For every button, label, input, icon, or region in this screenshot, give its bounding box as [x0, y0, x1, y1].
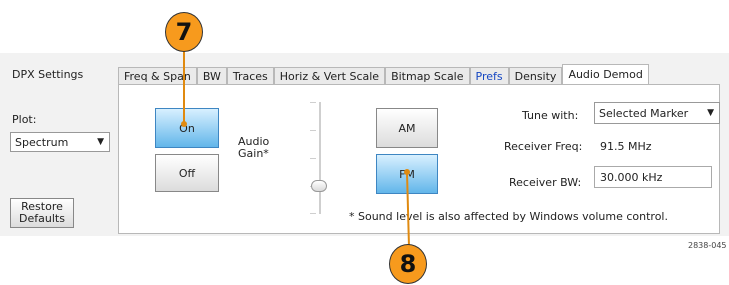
callout-leaders — [181, 50, 410, 248]
callout-8: 8 — [389, 244, 427, 284]
callout-8-dot — [404, 169, 410, 175]
callout-7: 7 — [165, 12, 203, 52]
callout-7-dot — [181, 121, 187, 127]
callout-8-leader — [406, 171, 410, 248]
